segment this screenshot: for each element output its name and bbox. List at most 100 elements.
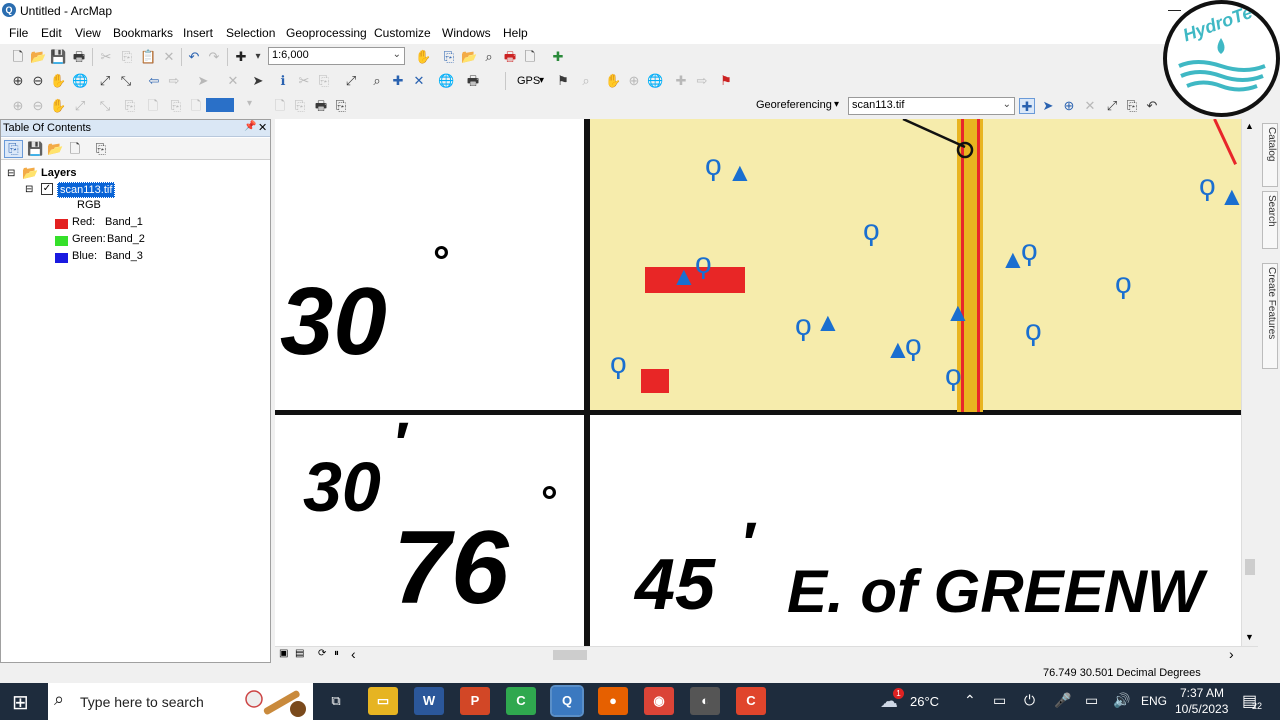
gps-stream-icon[interactable]: ⇨: [694, 73, 710, 89]
map-display[interactable]: ϙ ▲ ϙ ▲ ϙ ϙ ▲ ϙ ϙ ▲ ϙ ▲ ▲ ϙ ϙ ϙ ▲ ϙ 30 °…: [275, 119, 1241, 646]
catalog-window-icon[interactable]: 📂: [461, 49, 477, 65]
vertical-scroll-thumb[interactable]: [1245, 559, 1255, 575]
print-icon[interactable]: 🖶: [71, 49, 87, 65]
view-link-table-icon[interactable]: ⎘: [1124, 98, 1140, 114]
python-window-icon[interactable]: 🗋: [522, 49, 538, 65]
delete-icon[interactable]: ✕: [161, 49, 177, 65]
editor-full-icon[interactable]: ⤡: [97, 98, 113, 114]
gps-dropdown-icon[interactable]: ▾: [539, 75, 544, 86]
powerpoint-icon[interactable]: P: [460, 687, 490, 715]
undo-icon[interactable]: ↶: [186, 49, 202, 65]
file-explorer-icon[interactable]: ▭: [368, 687, 398, 715]
zoom-percent-field[interactable]: [206, 98, 234, 112]
editor-zoom-out-icon[interactable]: ⊖: [30, 98, 46, 114]
auto-registration-icon[interactable]: ⤢: [1104, 98, 1120, 114]
data-view-button[interactable]: ▣: [279, 648, 288, 659]
select-elements-icon[interactable]: ➤: [250, 73, 266, 89]
fixed-zoom-out-icon[interactable]: ⤡: [118, 73, 134, 89]
list-by-selection-icon[interactable]: 🗋: [67, 141, 83, 157]
editor-select-icon[interactable]: ⎘: [122, 98, 138, 114]
menu-insert[interactable]: Insert: [183, 26, 213, 40]
fixed-zoom-in-icon[interactable]: ⤢: [97, 73, 113, 89]
editor-extent-icon[interactable]: ⤢: [72, 98, 88, 114]
change-layout-icon[interactable]: 🖶: [313, 98, 329, 114]
collapse-icon[interactable]: ⊟: [25, 184, 33, 195]
horizontal-scroll-thumb[interactable]: [553, 650, 587, 660]
menu-file[interactable]: File: [9, 26, 28, 40]
add-data-dropdown-icon[interactable]: ▾: [250, 49, 266, 65]
editor-zoom-in-icon[interactable]: ⊕: [10, 98, 26, 114]
time-slider-icon[interactable]: 🌐: [438, 73, 454, 89]
clock-date[interactable]: 10/5/2023: [1175, 702, 1228, 716]
delete-link-icon[interactable]: ✕: [1082, 98, 1098, 114]
copy-icon[interactable]: ⎘: [119, 49, 135, 65]
table-of-contents-icon[interactable]: ⎘: [441, 49, 457, 65]
layer-name-scan113[interactable]: scan113.tif: [57, 182, 116, 198]
zoom-in-icon[interactable]: ⊕: [10, 73, 26, 89]
back-extent-icon[interactable]: ⇦: [146, 73, 162, 89]
close-icon[interactable]: ✕: [258, 121, 267, 134]
create-viewer-icon[interactable]: 🖶: [465, 73, 481, 89]
scroll-right-icon[interactable]: ›: [1229, 646, 1234, 662]
editor-layout-icon[interactable]: 🗋: [188, 98, 204, 114]
options-icon[interactable]: ⎘: [93, 141, 109, 157]
firefox-icon[interactable]: ●: [598, 687, 628, 715]
list-by-source-icon[interactable]: 💾: [27, 141, 43, 157]
layout-toggle-icon[interactable]: 🗋: [272, 98, 288, 114]
taskbar-search-box[interactable]: ⌕ Type here to search: [48, 683, 313, 720]
chrome-icon[interactable]: ◉: [644, 687, 674, 715]
windows-start-icon[interactable]: ⊞: [12, 690, 29, 715]
go-to-xy-icon[interactable]: ✕: [411, 73, 427, 89]
rotate-icon[interactable]: ↶: [1144, 98, 1160, 114]
gps-open-log-icon[interactable]: ⌕: [578, 73, 594, 89]
camtasia-icon[interactable]: C: [506, 687, 536, 715]
editor-grid-icon[interactable]: ⎘: [168, 98, 184, 114]
search-tab[interactable]: Search: [1262, 191, 1278, 249]
full-extent-icon[interactable]: 🌐: [72, 73, 88, 89]
cut-icon[interactable]: ✂: [98, 49, 114, 65]
microphone-icon[interactable]: 🎤: [1054, 692, 1071, 709]
paste-icon[interactable]: 📋: [140, 49, 156, 65]
gps-connect-icon[interactable]: ⚑: [555, 73, 571, 89]
map-horizontal-scrollbar[interactable]: ▣ ▤ ⟳ ⏸ ‹ ›: [275, 646, 1258, 663]
pin-icon[interactable]: 📌: [244, 121, 256, 132]
pause-drawing-button[interactable]: ⏸: [334, 648, 339, 659]
language-indicator[interactable]: ENG: [1141, 694, 1167, 708]
list-by-drawing-order-icon[interactable]: ⎘: [4, 140, 23, 158]
recorder-icon[interactable]: C: [736, 687, 766, 715]
hyperlink-icon[interactable]: ✂: [296, 73, 312, 89]
word-icon[interactable]: W: [414, 687, 444, 715]
menu-selection[interactable]: Selection: [226, 26, 275, 40]
layer-visibility-checkbox[interactable]: ✓: [41, 183, 53, 195]
zoom-out-icon[interactable]: ⊖: [30, 73, 46, 89]
refresh-view-button[interactable]: ⟳: [318, 648, 326, 659]
html-popup-icon[interactable]: ⎘: [316, 73, 332, 89]
select-link-icon[interactable]: ➤: [1040, 98, 1056, 114]
model-builder-icon[interactable]: ✚: [550, 49, 566, 65]
search-window-icon[interactable]: ⌕: [481, 49, 497, 65]
add-control-points-icon[interactable]: ✚: [1019, 98, 1035, 114]
select-features-icon[interactable]: ➤: [195, 73, 211, 89]
editor-pan-icon[interactable]: ✋: [50, 98, 66, 114]
battery-icon[interactable]: ▭: [1085, 692, 1098, 709]
arctoolbox-icon[interactable]: 🖶: [502, 49, 518, 65]
clock-time[interactable]: 7:37 AM: [1180, 686, 1224, 700]
power-icon[interactable]: ⏻: [1024, 692, 1035, 709]
gps-pan-icon[interactable]: ✋: [605, 73, 621, 89]
scroll-left-icon[interactable]: ‹: [351, 646, 356, 662]
add-data-icon[interactable]: ✚: [233, 49, 249, 65]
gps-zoom-icon[interactable]: ⊕: [626, 73, 642, 89]
arcmap-taskbar-icon[interactable]: Q: [550, 685, 584, 717]
georeferencing-menu[interactable]: Georeferencing: [756, 99, 832, 111]
new-document-icon[interactable]: 🗋: [10, 49, 26, 65]
task-view-icon[interactable]: ⧉: [321, 687, 351, 715]
menu-view[interactable]: View: [75, 26, 101, 40]
vpn-app-icon[interactable]: ◐: [690, 687, 720, 715]
show-hidden-icons[interactable]: ⌃: [964, 692, 976, 709]
clear-selection-icon[interactable]: ✕: [225, 73, 241, 89]
gps-center-icon[interactable]: 🌐: [647, 73, 663, 89]
collapse-icon[interactable]: ⊟: [7, 168, 15, 179]
editor-toolbar-icon[interactable]: ✋: [415, 49, 431, 65]
measure-icon[interactable]: ⤢: [343, 73, 359, 89]
pan-icon[interactable]: ✋: [50, 73, 66, 89]
